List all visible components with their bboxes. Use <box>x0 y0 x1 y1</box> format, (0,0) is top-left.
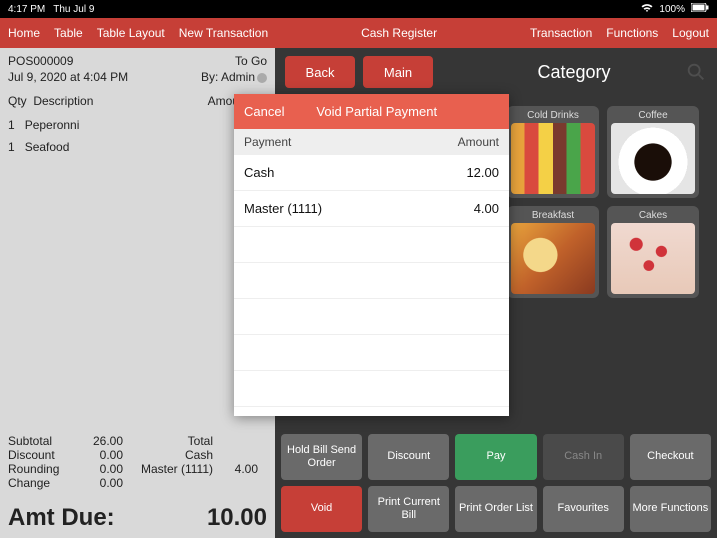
receipt-by: By: Admin <box>201 70 255 84</box>
col-desc: Description <box>33 94 93 108</box>
cakes-image <box>611 223 695 294</box>
discount-button[interactable]: Discount <box>368 434 449 480</box>
more-functions-button[interactable]: More Functions <box>630 486 711 532</box>
payment-row-empty <box>234 371 509 407</box>
payment-row-empty <box>234 335 509 371</box>
action-buttons: Hold Bill Send Order Discount Pay Cash I… <box>275 428 717 538</box>
battery-icon <box>691 3 709 15</box>
menu-logout[interactable]: Logout <box>672 26 709 40</box>
line-item[interactable]: 1Seafood <box>8 136 267 158</box>
totals-block: Subtotal26.00Total Discount0.00Cash Roun… <box>8 434 267 490</box>
cash-in-button[interactable]: Cash In <box>543 434 624 480</box>
category-cold-drinks[interactable]: Cold Drinks <box>507 106 599 198</box>
print-bill-button[interactable]: Print Current Bill <box>368 486 449 532</box>
modal-col-amount: Amount <box>458 135 499 149</box>
amt-due-label: Amt Due: <box>8 504 115 532</box>
modal-title: Void Partial Payment <box>284 104 469 119</box>
coffee-image <box>611 123 695 194</box>
modal-col-payment: Payment <box>244 135 291 149</box>
status-time: 4:17 PM <box>8 4 45 15</box>
category-coffee[interactable]: Coffee <box>607 106 699 198</box>
payment-row-empty <box>234 299 509 335</box>
wifi-icon <box>641 3 653 16</box>
order-type: To Go <box>235 54 267 68</box>
modal-cancel-button[interactable]: Cancel <box>244 104 284 119</box>
payment-row[interactable]: Master (1111)4.00 <box>234 191 509 227</box>
receipt-lines: 1Peperonni 1Seafood <box>8 114 267 434</box>
pay-button[interactable]: Pay <box>455 434 536 480</box>
menu-functions[interactable]: Functions <box>606 26 658 40</box>
pos-number: POS000009 <box>8 54 73 68</box>
menu-transaction[interactable]: Transaction <box>530 26 592 40</box>
back-button[interactable]: Back <box>285 56 355 88</box>
breakfast-image <box>511 223 595 294</box>
payment-row-empty <box>234 263 509 299</box>
menu-bar: Home Table Table Layout New Transaction … <box>0 18 717 48</box>
battery-text: 100% <box>659 4 685 15</box>
menu-home[interactable]: Home <box>8 26 40 40</box>
menu-new-transaction[interactable]: New Transaction <box>179 26 268 40</box>
drinks-image <box>511 123 595 194</box>
menu-table[interactable]: Table <box>54 26 83 40</box>
print-order-list-button[interactable]: Print Order List <box>455 486 536 532</box>
col-qty: Qty <box>8 94 27 108</box>
void-button[interactable]: Void <box>281 486 362 532</box>
hold-bill-button[interactable]: Hold Bill Send Order <box>281 434 362 480</box>
payment-row[interactable]: Cash12.00 <box>234 155 509 191</box>
menu-table-layout[interactable]: Table Layout <box>97 26 165 40</box>
info-icon[interactable] <box>257 73 267 83</box>
receipt-timestamp: Jul 9, 2020 at 4:04 PM <box>8 70 128 84</box>
checkout-button[interactable]: Checkout <box>630 434 711 480</box>
category-breakfast[interactable]: Breakfast <box>507 206 599 298</box>
line-item[interactable]: 1Peperonni <box>8 114 267 136</box>
amt-due-value: 10.00 <box>207 504 267 532</box>
status-bar: 4:17 PM Thu Jul 9 100% <box>0 0 717 18</box>
main-button[interactable]: Main <box>363 56 433 88</box>
payment-row-empty <box>234 227 509 263</box>
favourites-button[interactable]: Favourites <box>543 486 624 532</box>
search-icon[interactable] <box>685 61 707 83</box>
status-date: Thu Jul 9 <box>53 4 94 15</box>
category-title: Category <box>471 62 677 83</box>
void-payment-modal: Cancel Void Partial Payment Payment Amou… <box>234 94 509 416</box>
category-cakes[interactable]: Cakes <box>607 206 699 298</box>
menu-cash-register: Cash Register <box>282 26 516 40</box>
